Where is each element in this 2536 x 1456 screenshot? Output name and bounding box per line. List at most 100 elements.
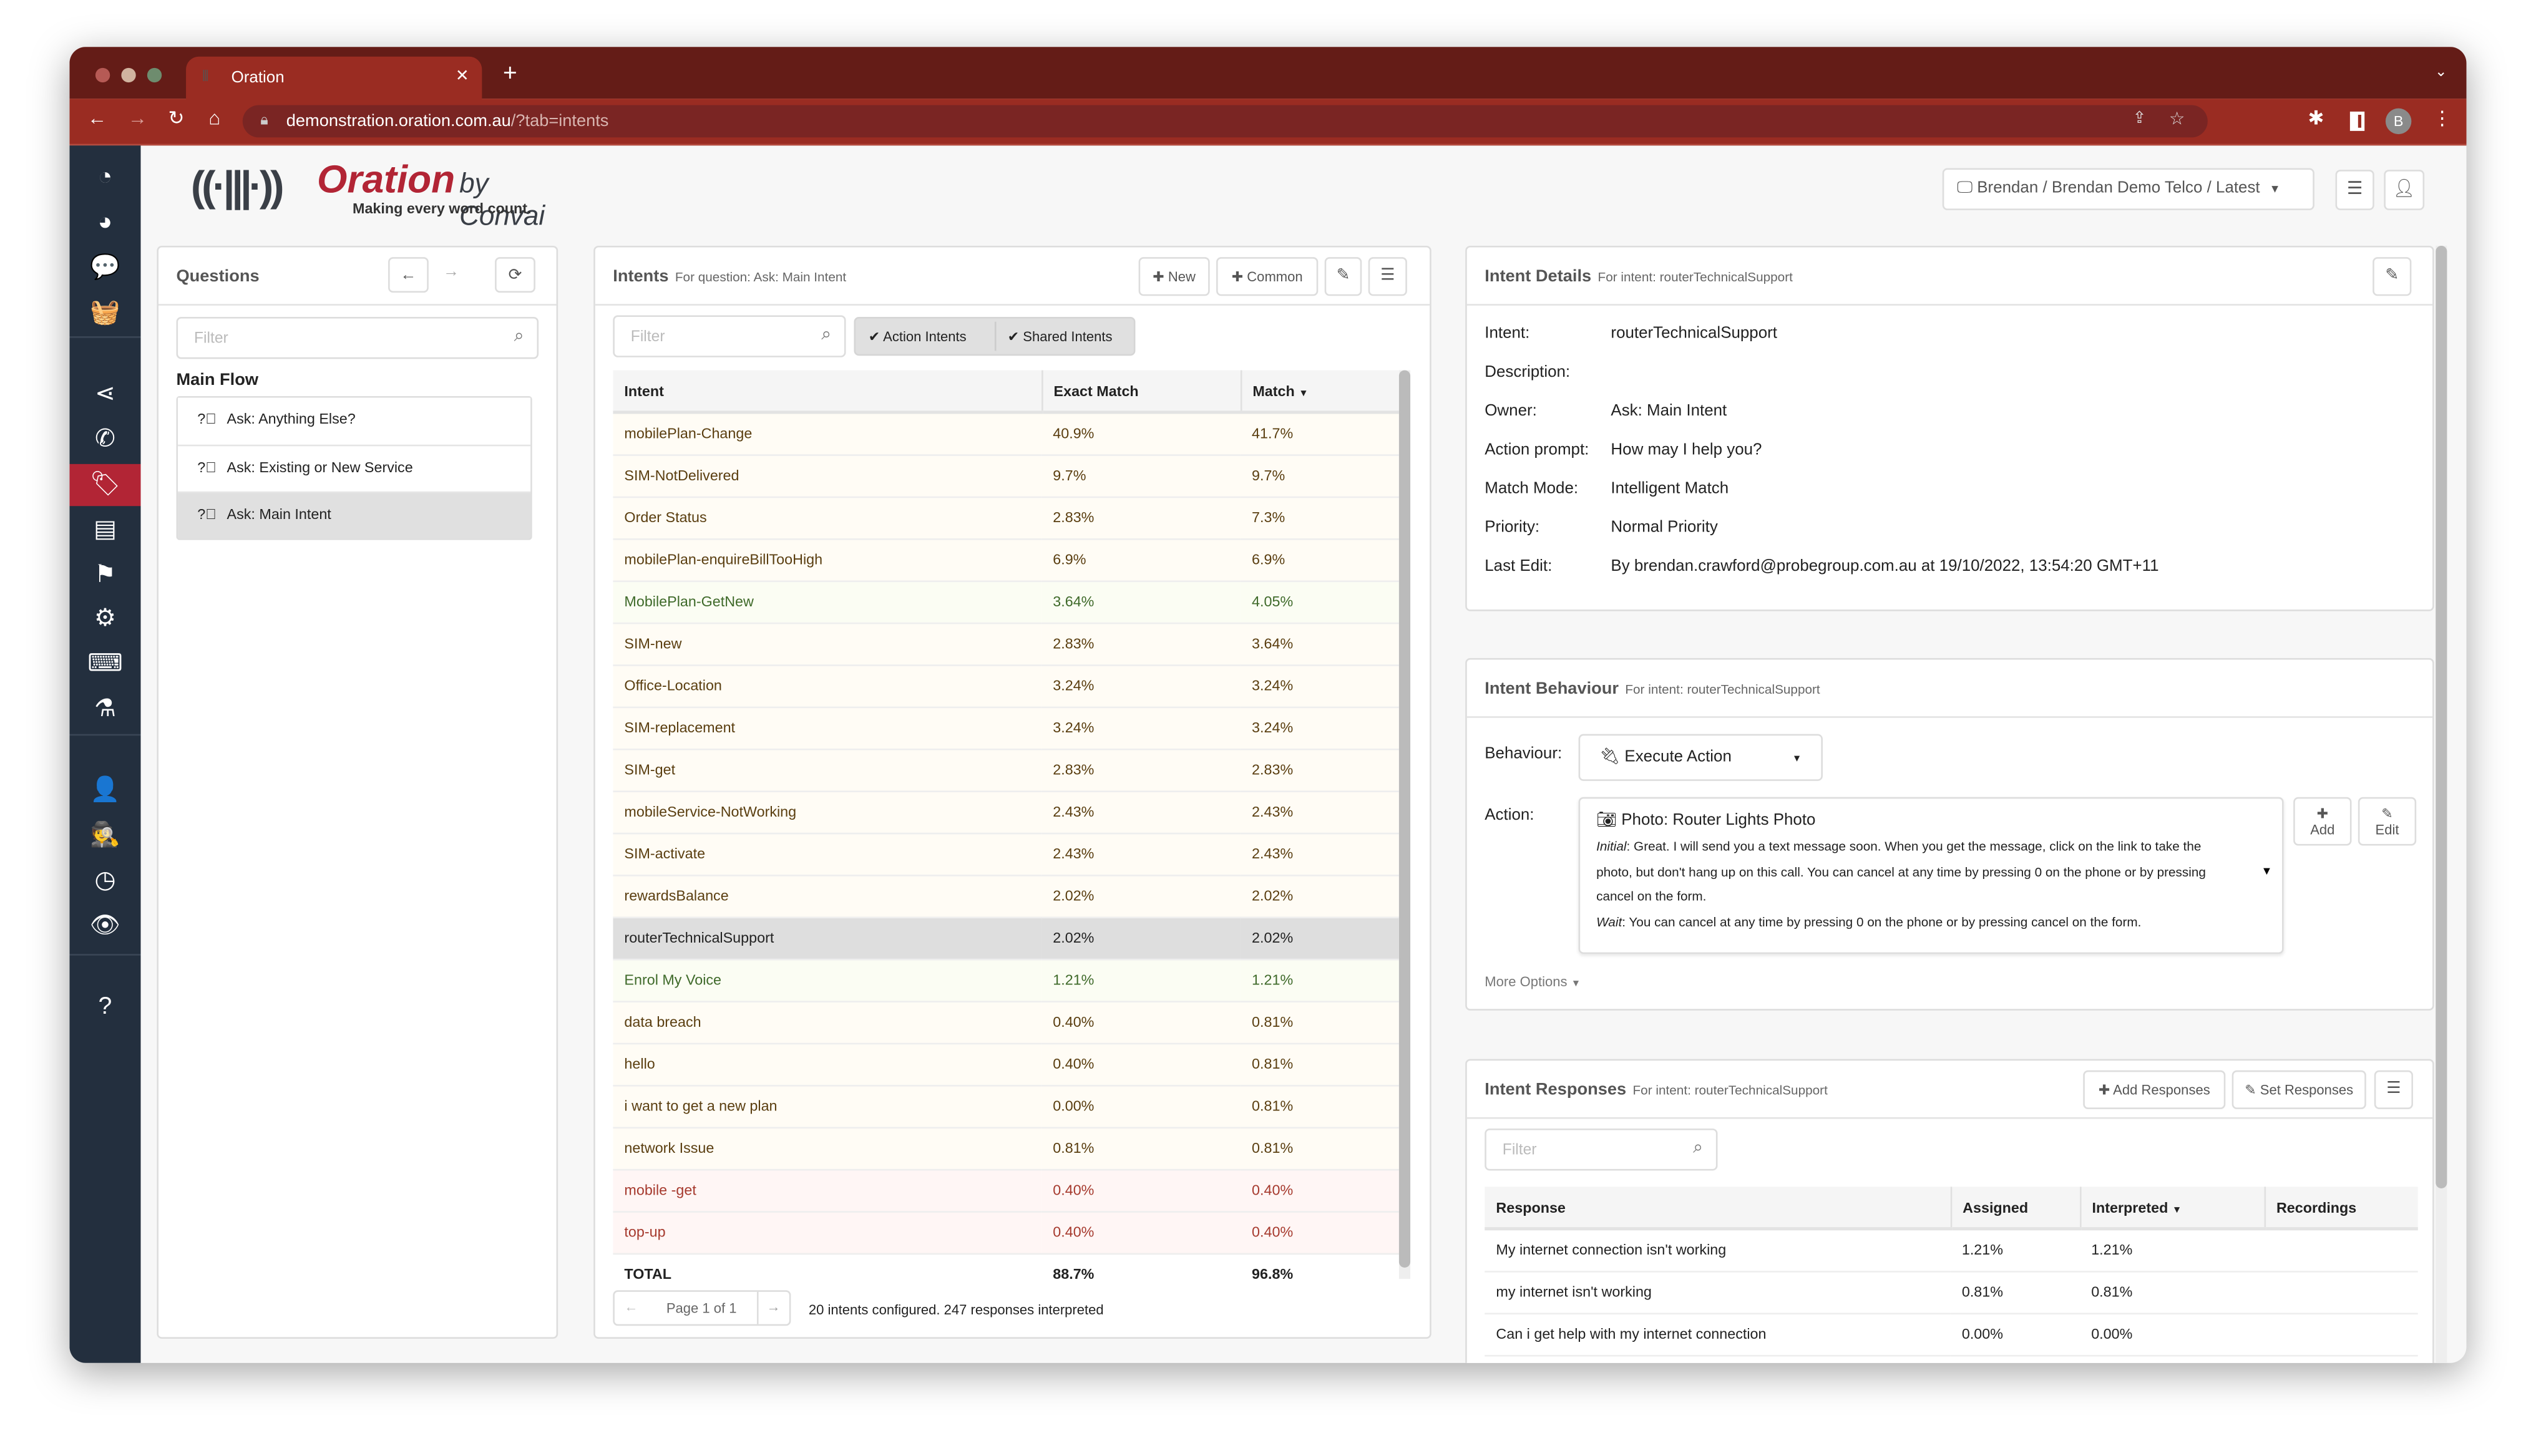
sidebar-item-share[interactable]: ⋖: [69, 374, 140, 415]
shared-intents-toggle[interactable]: ✔ Shared Intents: [1008, 328, 1113, 346]
intent-row[interactable]: network Issue 0.81% 0.81%: [613, 1127, 1399, 1170]
question-item[interactable]: ?⃝ Ask: Anything Else?: [178, 397, 531, 445]
col-exact-match[interactable]: Exact Match: [1040, 370, 1241, 414]
new-tab-button[interactable]: +: [503, 60, 517, 87]
action-intents-toggle[interactable]: ✔ Action Intents: [869, 328, 967, 346]
table-header-row: Response Assigned Interpreted ▼ Recordin…: [1485, 1187, 2418, 1231]
profile-avatar[interactable]: B: [2385, 108, 2412, 135]
sidebar-item-gear[interactable]: ⚙: [69, 598, 140, 640]
intent-row[interactable]: SIM-NotDelivered 9.7% 9.7%: [613, 454, 1399, 497]
intent-row[interactable]: mobilePlan-Change 40.9% 41.7%: [613, 412, 1399, 455]
edit-button[interactable]: ✎: [1324, 257, 1362, 296]
next-page-button[interactable]: →: [767, 1298, 781, 1314]
minimize-window-button[interactable]: [121, 67, 136, 83]
intent-row[interactable]: hello 0.40% 0.81%: [613, 1042, 1399, 1086]
intent-row[interactable]: Enrol My Voice 1.21% 1.21%: [613, 958, 1399, 1002]
browser-menu-icon[interactable]: ⋮: [2432, 107, 2452, 129]
intent-match: 7.3%: [1240, 496, 1399, 540]
sidebar-item-dashboard[interactable]: ◔: [69, 157, 140, 198]
intent-row[interactable]: mobileService-NotWorking 2.43% 2.43%: [613, 790, 1399, 834]
question-item[interactable]: ?⃝ Ask: Main Intent: [178, 491, 531, 539]
side-panel-icon[interactable]: [2349, 111, 2365, 131]
close-tab-icon[interactable]: ✕: [456, 68, 469, 86]
set-responses-button[interactable]: ✎ Set Responses: [2231, 1070, 2366, 1109]
col-recordings[interactable]: Recordings: [2263, 1187, 2418, 1231]
page-scrollbar[interactable]: [2436, 245, 2447, 1363]
refresh-button[interactable]: ⟳: [495, 257, 535, 293]
close-window-button[interactable]: [95, 67, 110, 83]
maximize-window-button[interactable]: [147, 67, 162, 83]
sidebar-item-help[interactable]: ?: [69, 986, 140, 1028]
sidebar-item-keyboard[interactable]: ⌨: [69, 644, 140, 686]
response-row[interactable]: My internet connection isn't working 1.21…: [1485, 1228, 2418, 1272]
col-interpreted[interactable]: Interpreted ▼: [2079, 1187, 2265, 1231]
sidebar-item-basket[interactable]: 🧺: [69, 293, 140, 334]
intent-row[interactable]: data breach 0.40% 0.81%: [613, 1001, 1399, 1044]
col-intent[interactable]: Intent: [613, 370, 1042, 414]
response-row[interactable]: Can i get help with my internet connecti…: [1485, 1313, 2418, 1356]
intent-row[interactable]: Office-Location 3.24% 3.24%: [613, 664, 1399, 707]
bookmark-star-icon[interactable]: ☆: [2169, 109, 2185, 129]
reload-icon[interactable]: ↻: [168, 107, 185, 129]
intent-row[interactable]: Order Status 2.83% 7.3%: [613, 496, 1399, 540]
intents-menu-button[interactable]: ☰: [1368, 257, 1407, 296]
col-response[interactable]: Response: [1485, 1187, 1951, 1231]
sidebar-item-flag[interactable]: ⚑: [69, 555, 140, 596]
sidebar-item-pie-chart[interactable]: ◕: [69, 202, 140, 244]
action-select[interactable]: 📷︎ Photo: Router Lights Photo Initial: G…: [1578, 797, 2284, 954]
add-responses-button[interactable]: ✚ Add Responses: [2083, 1070, 2226, 1109]
col-assigned[interactable]: Assigned: [1949, 1187, 2080, 1231]
question-forward-button[interactable]: →: [443, 263, 459, 281]
intent-row[interactable]: SIM-get 2.83% 2.83%: [613, 749, 1399, 792]
tab-list-chevron-icon[interactable]: ⌄: [2435, 63, 2447, 81]
url-field[interactable]: 🔒︎ demonstration.oration.com.au/?tab=int…: [242, 105, 2208, 138]
edit-details-button[interactable]: ✎: [2373, 257, 2412, 296]
intent-row[interactable]: SIM-new 2.83% 3.64%: [613, 622, 1399, 666]
sidebar-item-tags[interactable]: 🏷: [69, 463, 141, 507]
col-match[interactable]: Match ▼: [1239, 370, 1399, 414]
edit-action-button[interactable]: ✎ Edit: [2358, 797, 2417, 846]
intent-row[interactable]: top-up 0.40% 0.40%: [613, 1211, 1399, 1254]
response-row[interactable]: my internet isn't working 0.81% 0.81%: [1485, 1271, 2418, 1314]
questions-filter-input[interactable]: Filter ⌕: [176, 316, 539, 359]
more-options-toggle[interactable]: More Options ▼: [1485, 973, 1581, 989]
extensions-puzzle-icon[interactable]: ✱: [2308, 107, 2324, 129]
new-intent-button[interactable]: ✚ New: [1138, 257, 1210, 296]
intent-row[interactable]: mobilePlan-enquireBillTooHigh 6.9% 6.9%: [613, 538, 1399, 581]
share-page-icon[interactable]: ⇪: [2133, 110, 2147, 128]
intent-row[interactable]: SIM-activate 2.43% 2.43%: [613, 832, 1399, 876]
sidebar-item-phone[interactable]: ✆: [69, 419, 140, 460]
sidebar-item-flask[interactable]: ⚗: [69, 689, 140, 730]
intent-match: 3.24%: [1240, 664, 1399, 707]
sidebar-item-history[interactable]: ◷: [69, 860, 140, 902]
intent-row[interactable]: SIM-replacement 3.24% 3.24%: [613, 706, 1399, 750]
sidebar-item-user[interactable]: 👤: [69, 770, 140, 812]
account-button[interactable]: 👤︎: [2384, 170, 2425, 210]
common-intent-button[interactable]: ✚ Common: [1216, 257, 1319, 296]
sidebar-item-comments[interactable]: 💬: [69, 248, 140, 289]
behaviour-select[interactable]: 🔌︎ Execute Action ▼: [1578, 734, 1823, 781]
question-back-button[interactable]: ←: [388, 257, 429, 293]
sort-desc-icon: ▼: [1299, 389, 1309, 399]
intent-row[interactable]: i want to get a new plan 0.00% 0.81%: [613, 1085, 1399, 1128]
sidebar-item-eye[interactable]: 👁: [69, 905, 140, 947]
intent-row[interactable]: mobile -get 0.40% 0.40%: [613, 1168, 1399, 1212]
intents-filter-input[interactable]: Filter ⌕: [613, 315, 846, 357]
sidebar-item-user-secret[interactable]: 🕵: [69, 815, 140, 857]
forward-icon[interactable]: →: [128, 107, 147, 129]
question-item[interactable]: ?⃝ Ask: Existing or New Service: [178, 444, 531, 492]
back-icon[interactable]: ←: [87, 107, 107, 129]
project-selector[interactable]: 🖵 Brendan / Brendan Demo Telco / Latest …: [1942, 168, 2314, 210]
responses-menu-button[interactable]: ☰: [2374, 1070, 2413, 1109]
intent-row[interactable]: routerTechnicalSupport 2.02% 2.02%: [613, 916, 1399, 960]
main-menu-button[interactable]: ☰: [2335, 170, 2374, 210]
prev-page-button[interactable]: ←: [624, 1298, 638, 1314]
browser-tab[interactable]: ⦀ Oration ✕: [186, 56, 482, 100]
intent-row[interactable]: rewardsBalance 2.02% 2.02%: [613, 875, 1399, 918]
intents-scrollbar[interactable]: [1398, 370, 1411, 1279]
sidebar-item-book[interactable]: ▤: [69, 509, 140, 551]
home-icon[interactable]: ⌂: [208, 107, 220, 129]
add-action-button[interactable]: ✚ Add: [2293, 797, 2352, 846]
intent-row[interactable]: MobilePlan-GetNew 3.64% 4.05%: [613, 580, 1399, 624]
responses-filter-input[interactable]: Filter ⌕: [1485, 1128, 1718, 1171]
